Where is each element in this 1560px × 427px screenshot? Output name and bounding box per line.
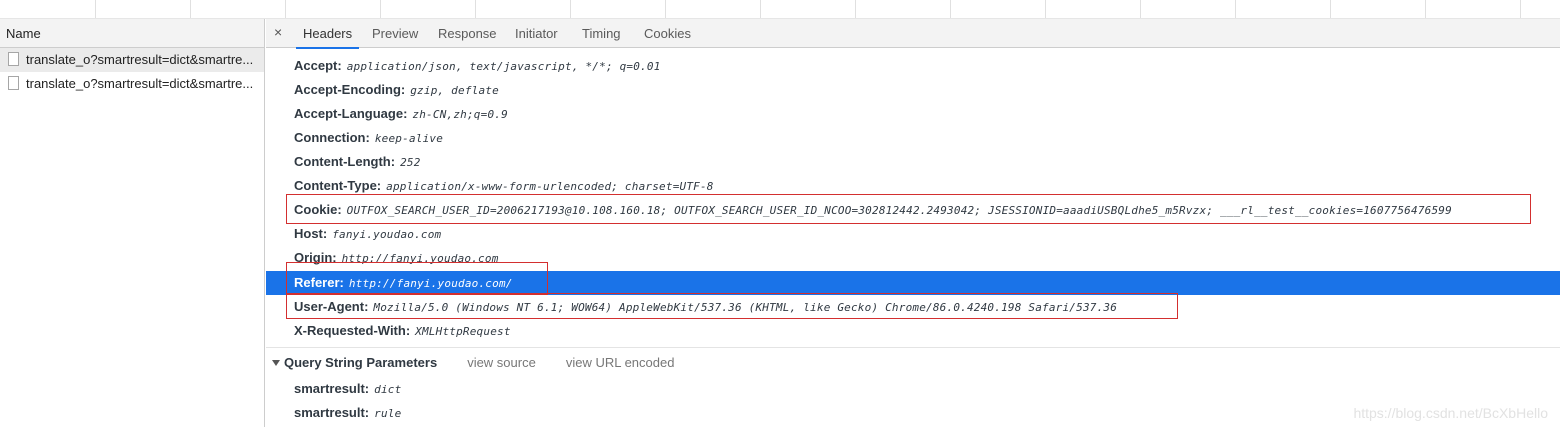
query-string-section-header[interactable]: Query String Parameters view source view U… xyxy=(272,352,674,374)
close-icon[interactable]: × xyxy=(274,24,282,40)
header-key: Referer: xyxy=(294,275,344,290)
header-row-host[interactable]: Host: fanyi.youdao.com xyxy=(266,222,1560,246)
timeline-ruler xyxy=(0,0,1560,19)
watermark: https://blog.csdn.net/BcXbHello xyxy=(1353,405,1548,421)
header-row-origin[interactable]: Origin: http://fanyi.youdao.com xyxy=(266,246,1560,270)
tab-response[interactable]: Response xyxy=(438,19,497,48)
request-name: translate_o?smartresult=dict&smartre... xyxy=(26,52,254,67)
tab-cookies[interactable]: Cookies xyxy=(644,19,691,48)
view-url-encoded-link[interactable]: view URL encoded xyxy=(566,355,675,370)
ruler-tick xyxy=(950,0,951,18)
ruler-tick xyxy=(760,0,761,18)
header-key: Connection: xyxy=(294,130,370,145)
ruler-tick xyxy=(1235,0,1236,18)
request-list-pane: Name translate_o?smartresult=dict&smartr… xyxy=(0,19,265,427)
header-key: Accept-Encoding: xyxy=(294,82,406,97)
ruler-tick xyxy=(855,0,856,18)
header-key: X-Requested-With: xyxy=(294,323,411,338)
header-key: Accept-Language: xyxy=(294,106,408,121)
header-value: zh-CN,zh;q=0.9 xyxy=(412,108,508,121)
param-value: dict xyxy=(374,383,402,396)
ruler-tick xyxy=(380,0,381,18)
ruler-tick xyxy=(1520,0,1521,18)
param-key: smartresult: xyxy=(294,405,370,420)
name-column-label: Name xyxy=(6,26,41,41)
request-detail-pane: × Headers Preview Response Initiator Tim… xyxy=(266,19,1560,427)
ruler-tick xyxy=(570,0,571,18)
header-key: Origin: xyxy=(294,250,337,265)
header-value: Mozilla/5.0 (Windows NT 6.1; WOW64) Appl… xyxy=(373,301,1118,314)
ruler-tick xyxy=(665,0,666,18)
ruler-tick xyxy=(95,0,96,18)
header-value: fanyi.youdao.com xyxy=(332,228,442,241)
header-value: gzip, deflate xyxy=(410,84,499,97)
param-key: smartresult: xyxy=(294,381,370,396)
header-value: XMLHttpRequest xyxy=(415,325,511,338)
header-row-accept[interactable]: Accept: application/json, text/javascript… xyxy=(266,54,1560,78)
caret-down-icon[interactable] xyxy=(272,360,280,366)
header-row-referer[interactable]: Referer: http://fanyi.youdao.com/ xyxy=(266,271,1560,295)
header-key: Content-Length: xyxy=(294,154,396,169)
query-param-row[interactable]: smartresult: dict xyxy=(266,377,1560,401)
ruler-tick xyxy=(1425,0,1426,18)
name-column-header[interactable]: Name xyxy=(0,19,264,48)
ruler-tick xyxy=(1330,0,1331,18)
header-value: http://fanyi.youdao.com/ xyxy=(348,277,513,290)
header-value: 252 xyxy=(400,156,421,169)
header-value: application/json, text/javascript, */*; … xyxy=(346,60,661,73)
header-row-connection[interactable]: Connection: keep-alive xyxy=(266,126,1560,150)
header-key: User-Agent: xyxy=(294,299,369,314)
header-row-user-agent[interactable]: User-Agent: Mozilla/5.0 (Windows NT 6.1; … xyxy=(266,295,1560,319)
header-value: OUTFOX_SEARCH_USER_ID=2006217193@10.108.… xyxy=(346,204,1452,217)
ruler-tick xyxy=(1140,0,1141,18)
header-value: keep-alive xyxy=(374,132,444,145)
header-key: Host: xyxy=(294,226,328,241)
ruler-tick xyxy=(190,0,191,18)
param-value: rule xyxy=(374,407,402,420)
header-row-x-requested-with[interactable]: X-Requested-With: XMLHttpRequest xyxy=(266,319,1560,343)
ruler-tick xyxy=(475,0,476,18)
header-row-content-type[interactable]: Content-Type: application/x-www-form-urle… xyxy=(266,174,1560,198)
request-row[interactable]: translate_o?smartresult=dict&smartre... xyxy=(0,48,264,72)
request-row[interactable]: translate_o?smartresult=dict&smartre... xyxy=(0,72,264,96)
header-key: Cookie: xyxy=(294,202,342,217)
document-icon xyxy=(8,52,19,66)
header-row-cookie[interactable]: Cookie: OUTFOX_SEARCH_USER_ID=2006217193@… xyxy=(266,198,1560,222)
view-source-link[interactable]: view source xyxy=(467,355,536,370)
ruler-tick xyxy=(1045,0,1046,18)
detail-tab-bar: × Headers Preview Response Initiator Tim… xyxy=(266,19,1560,49)
header-key: Accept: xyxy=(294,58,342,73)
header-row-accept-encoding[interactable]: Accept-Encoding: gzip, deflate xyxy=(266,78,1560,102)
section-divider xyxy=(266,347,1560,348)
tab-initiator[interactable]: Initiator xyxy=(515,19,558,48)
header-key: Content-Type: xyxy=(294,178,382,193)
header-value: http://fanyi.youdao.com xyxy=(341,252,499,265)
section-title: Query String Parameters xyxy=(284,355,438,370)
header-row-accept-language[interactable]: Accept-Language: zh-CN,zh;q=0.9 xyxy=(266,102,1560,126)
tab-timing[interactable]: Timing xyxy=(582,19,621,48)
tab-preview[interactable]: Preview xyxy=(372,19,418,48)
ruler-tick xyxy=(285,0,286,18)
document-icon xyxy=(8,76,19,90)
header-value: application/x-www-form-urlencoded; chars… xyxy=(386,180,714,193)
tab-headers[interactable]: Headers xyxy=(295,19,360,49)
request-name: translate_o?smartresult=dict&smartre... xyxy=(26,76,254,91)
header-row-content-length[interactable]: Content-Length: 252 xyxy=(266,150,1560,174)
